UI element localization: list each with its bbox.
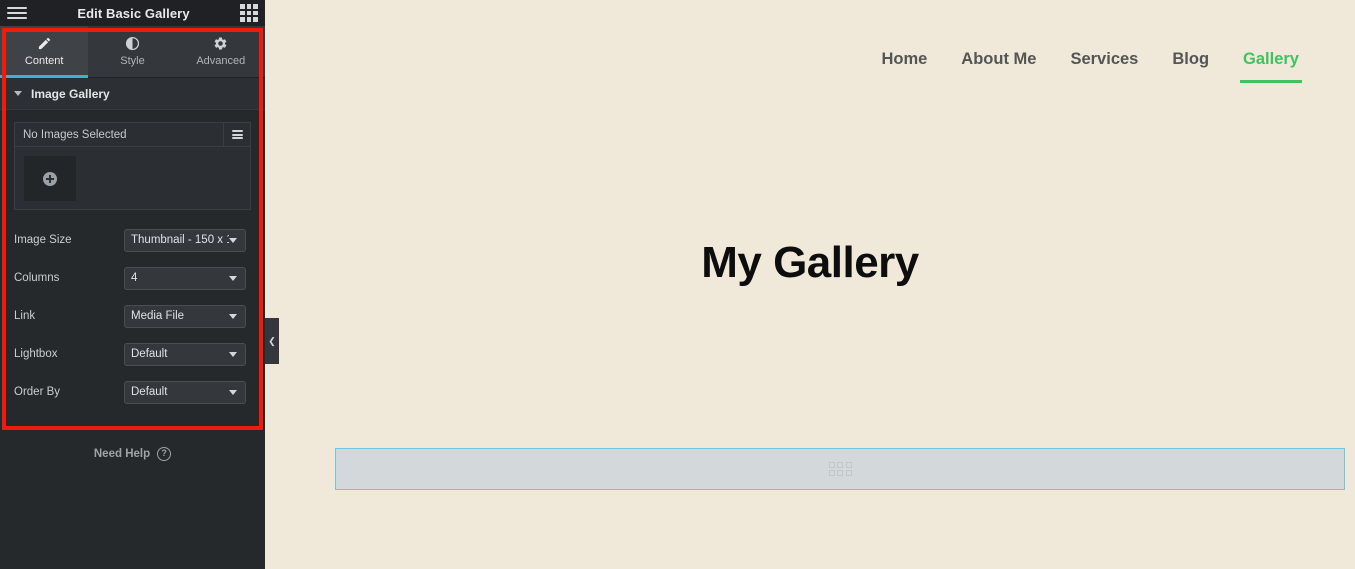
field-label: Lightbox	[14, 348, 58, 360]
field-label: Columns	[14, 272, 60, 284]
tab-style[interactable]: Style	[88, 26, 177, 77]
columns-select[interactable]: 4	[124, 266, 246, 290]
pencil-icon	[37, 36, 52, 51]
gallery-status-bar: No Images Selected	[15, 123, 250, 147]
chevron-down-icon	[229, 313, 237, 319]
section-header-image-gallery[interactable]: Image Gallery	[0, 78, 265, 110]
tab-style-label: Style	[120, 55, 145, 67]
nav-item-blog[interactable]: Blog	[1172, 50, 1209, 83]
gallery-stack-button[interactable]	[223, 123, 250, 146]
add-images-button[interactable]	[24, 156, 76, 201]
chevron-down-icon	[14, 91, 22, 96]
tab-content-label: Content	[24, 55, 64, 67]
nav-item-services[interactable]: Services	[1070, 50, 1138, 83]
chevron-down-icon	[229, 389, 237, 395]
elementor-editor: Edit Basic Gallery Content Style Advance…	[0, 0, 1355, 569]
chevron-left-icon: ❮	[268, 335, 276, 346]
preview-canvas: Home About Me Services Blog Gallery My G…	[265, 0, 1355, 569]
order-by-select[interactable]: Default	[124, 380, 246, 404]
editor-panel: Edit Basic Gallery Content Style Advance…	[0, 0, 265, 569]
page-title: My Gallery	[701, 238, 919, 287]
select-value: Thumbnail - 150 x 150	[131, 234, 229, 246]
tab-advanced-label: Advanced	[196, 55, 246, 67]
tab-advanced[interactable]: Advanced	[176, 26, 265, 77]
site-navigation: Home About Me Services Blog Gallery	[265, 0, 1355, 83]
panel-collapse-handle[interactable]: ❮	[265, 318, 279, 364]
need-help-link[interactable]: Need Help ?	[0, 447, 265, 461]
nav-item-about-me[interactable]: About Me	[961, 50, 1036, 83]
panel-header: Edit Basic Gallery	[0, 0, 265, 26]
tab-content[interactable]: Content	[0, 26, 89, 78]
field-label: Image Size	[14, 234, 72, 246]
hamburger-menu-icon[interactable]	[7, 7, 27, 19]
select-value: Default	[131, 348, 168, 360]
panel-title: Edit Basic Gallery	[77, 5, 190, 21]
gear-icon	[213, 36, 228, 51]
image-size-select[interactable]: Thumbnail - 150 x 150	[124, 228, 246, 252]
select-value: Default	[131, 386, 168, 398]
image-gallery-control: No Images Selected	[14, 122, 251, 210]
field-row-lightbox: Lightbox Default	[0, 335, 265, 373]
chevron-down-icon	[229, 351, 237, 357]
field-label: Order By	[14, 386, 61, 398]
lightbox-select[interactable]: Default	[124, 342, 246, 366]
apps-grid-icon[interactable]	[240, 4, 258, 22]
control-fields: Image Size Thumbnail - 150 x 150 Columns…	[0, 221, 265, 411]
nav-item-home[interactable]: Home	[881, 50, 927, 83]
link-select[interactable]: Media File	[124, 304, 246, 328]
field-row-image-size: Image Size Thumbnail - 150 x 150	[0, 221, 265, 259]
gallery-widget-placeholder[interactable]	[335, 448, 1345, 490]
gallery-preview-area	[15, 147, 250, 209]
select-value: 4	[131, 272, 138, 284]
panel-tabs: Content Style Advanced	[0, 26, 265, 78]
chevron-down-icon	[229, 237, 237, 243]
field-row-order-by: Order By Default	[0, 373, 265, 411]
gallery-grid-icon	[828, 461, 852, 477]
need-help-label: Need Help	[93, 448, 151, 460]
field-label: Link	[14, 310, 36, 322]
question-circle-icon: ?	[157, 447, 172, 461]
gallery-status-label: No Images Selected	[23, 128, 127, 141]
section-title: Image Gallery	[31, 86, 110, 101]
contrast-icon	[125, 36, 140, 51]
field-row-columns: Columns 4	[0, 259, 265, 297]
field-row-link: Link Media File	[0, 297, 265, 335]
stack-icon	[231, 130, 243, 139]
nav-item-gallery[interactable]: Gallery	[1240, 50, 1302, 83]
select-value: Media File	[131, 310, 185, 322]
chevron-down-icon	[229, 275, 237, 281]
plus-circle-icon	[43, 171, 57, 186]
